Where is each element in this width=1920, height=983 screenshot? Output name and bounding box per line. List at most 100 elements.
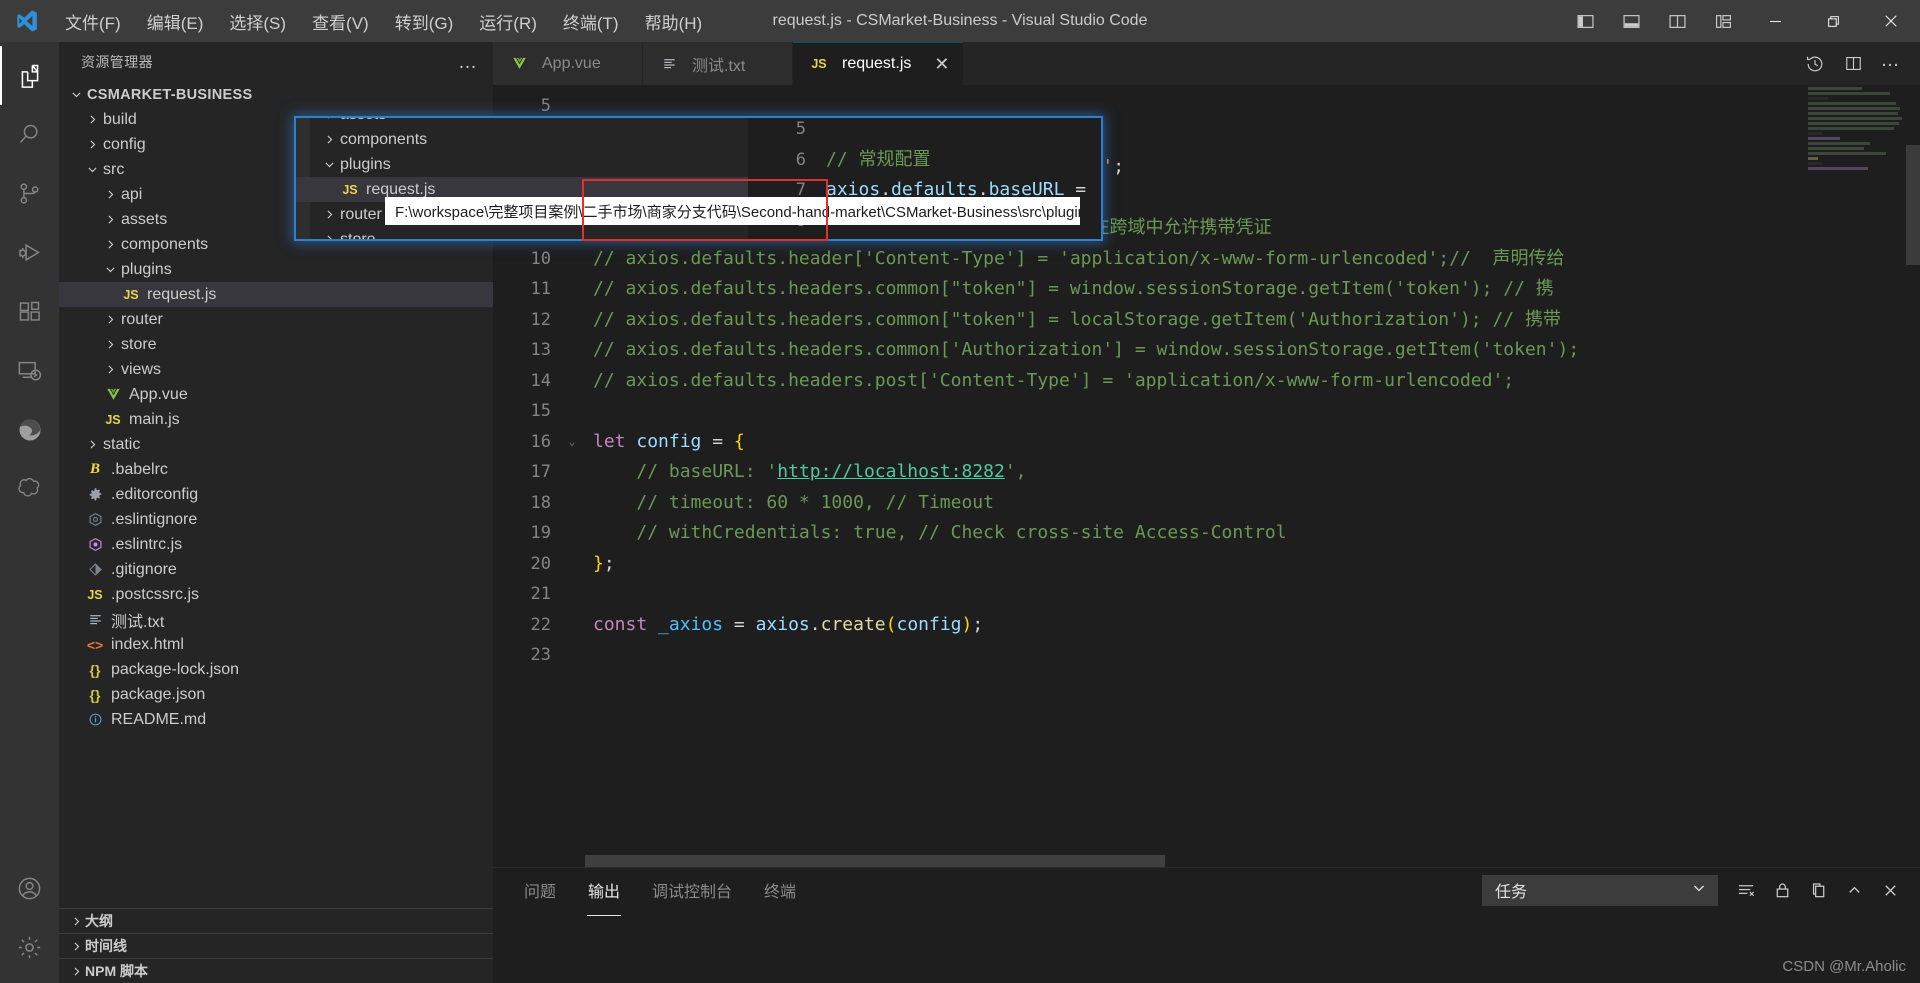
- tree-root-row[interactable]: CSMARKET-BUSINESS: [59, 82, 493, 107]
- explorer-icon[interactable]: [0, 46, 59, 105]
- tree-folder-row[interactable]: store: [59, 332, 493, 357]
- menu-file[interactable]: 文件(F): [52, 5, 134, 38]
- sidebar-section-header[interactable]: 时间线: [59, 933, 493, 958]
- output-channel-select[interactable]: 任务: [1482, 874, 1718, 906]
- run-and-debug-icon[interactable]: [0, 223, 59, 282]
- fold-indicator[interactable]: ⌄: [561, 427, 583, 458]
- edge-tools-icon[interactable]: [0, 400, 59, 459]
- menu-terminal[interactable]: 终端(T): [550, 5, 632, 38]
- remote-explorer-icon[interactable]: [0, 341, 59, 400]
- history-icon[interactable]: [1798, 42, 1832, 85]
- more-actions-icon[interactable]: …: [1874, 42, 1908, 85]
- clear-output-icon[interactable]: [1730, 874, 1762, 906]
- menu-help[interactable]: 帮助(H): [632, 5, 716, 38]
- tree-file-row[interactable]: JS .postcssrc.js: [59, 582, 493, 607]
- tree-file-row[interactable]: {} package.json: [59, 682, 493, 707]
- panel-left-icon[interactable]: [1562, 0, 1608, 42]
- chevron-right-icon[interactable]: [101, 238, 119, 251]
- settings-gear-icon[interactable]: [0, 918, 59, 977]
- chevron-down-icon[interactable]: [83, 163, 101, 176]
- chevron-right-icon[interactable]: [83, 113, 101, 126]
- overlay-folder-row[interactable]: store: [296, 227, 748, 239]
- chevron-down-icon[interactable]: [101, 263, 119, 276]
- editor-tab-bar[interactable]: App.vue 测试.txt JS request.js ✕ …: [493, 42, 1920, 85]
- code-line: 20};: [493, 549, 1920, 580]
- tree-folder-row[interactable]: router: [59, 307, 493, 332]
- tree-file-row[interactable]: App.vue: [59, 382, 493, 407]
- panel-tab[interactable]: 输出: [585, 870, 623, 916]
- panel-tabs[interactable]: 问题 输出 调试控制台 终端: [521, 870, 825, 916]
- tree-file-row[interactable]: B .babelrc: [59, 457, 493, 482]
- tree-file-row[interactable]: {} package-lock.json: [59, 657, 493, 682]
- tree-file-row[interactable]: <> index.html: [59, 632, 493, 657]
- panel-tab[interactable]: 调试控制台: [649, 870, 735, 910]
- chevron-down-icon[interactable]: [320, 158, 338, 171]
- search-icon[interactable]: [0, 105, 59, 164]
- lock-icon[interactable]: [1766, 874, 1798, 906]
- editor-horizontal-scrollbar[interactable]: [585, 855, 1165, 867]
- accounts-icon[interactable]: [0, 859, 59, 918]
- chevron-right-icon[interactable]: [320, 133, 338, 146]
- tree-file-row[interactable]: .eslintignore: [59, 507, 493, 532]
- editor-tab[interactable]: App.vue: [493, 42, 643, 85]
- tree-folder-row[interactable]: plugins: [59, 257, 493, 282]
- chevron-right-icon[interactable]: [67, 915, 85, 928]
- editor-tab[interactable]: 测试.txt: [643, 42, 793, 85]
- window-restore-button[interactable]: [1804, 0, 1862, 42]
- extensions-icon[interactable]: [0, 282, 59, 341]
- code-line: 10 // axios.defaults.header['Content-Type…: [493, 244, 1920, 275]
- menu-selection[interactable]: 选择(S): [216, 5, 299, 38]
- chevron-right-icon[interactable]: [320, 233, 338, 239]
- tree-file-row[interactable]: JS request.js: [59, 282, 493, 307]
- tree-file-row[interactable]: JS main.js: [59, 407, 493, 432]
- chatgpt-icon[interactable]: [0, 459, 59, 518]
- new-window-icon[interactable]: [1802, 874, 1834, 906]
- sidebar-section-header[interactable]: 大纲: [59, 908, 493, 933]
- overlay-folder-row[interactable]: plugins: [296, 152, 748, 177]
- panel-right-icon[interactable]: [1654, 0, 1700, 42]
- chevron-right-icon[interactable]: [320, 118, 338, 121]
- panel-tab[interactable]: 终端: [761, 870, 799, 910]
- menu-edit[interactable]: 编辑(E): [134, 5, 217, 38]
- menu-view[interactable]: 查看(V): [299, 5, 382, 38]
- sidebar-more-actions-icon[interactable]: …: [458, 53, 479, 72]
- chevron-down-icon[interactable]: [67, 88, 85, 101]
- chevron-right-icon[interactable]: [83, 438, 101, 451]
- tree-file-row[interactable]: .editorconfig: [59, 482, 493, 507]
- tree-file-row[interactable]: .eslintrc.js: [59, 532, 493, 557]
- sidebar-section-header[interactable]: NPM 脚本: [59, 958, 493, 983]
- overlay-folder-row[interactable]: assets: [296, 118, 748, 127]
- window-minimize-button[interactable]: [1746, 0, 1804, 42]
- source-control-icon[interactable]: [0, 164, 59, 223]
- maximize-panel-icon[interactable]: [1838, 874, 1870, 906]
- code-token: axios: [755, 613, 810, 635]
- chevron-right-icon[interactable]: [320, 208, 338, 221]
- menu-go[interactable]: 转到(G): [382, 5, 467, 38]
- chevron-right-icon[interactable]: [83, 138, 101, 151]
- window-close-button[interactable]: [1862, 0, 1920, 42]
- tab-close-icon[interactable]: ✕: [934, 55, 949, 73]
- close-panel-icon[interactable]: [1874, 874, 1906, 906]
- tree-folder-row[interactable]: static: [59, 432, 493, 457]
- chevron-right-icon[interactable]: [101, 338, 119, 351]
- tree-folder-row[interactable]: views: [59, 357, 493, 382]
- minimap[interactable]: [1802, 85, 1906, 867]
- panel-tab[interactable]: 问题: [521, 870, 559, 910]
- chevron-right-icon[interactable]: [101, 313, 119, 326]
- overlay-folder-row[interactable]: components: [296, 127, 748, 152]
- customize-layout-icon[interactable]: [1700, 0, 1746, 42]
- tree-file-row[interactable]: 测试.txt: [59, 607, 493, 632]
- chevron-right-icon[interactable]: [67, 940, 85, 953]
- split-editor-icon[interactable]: [1836, 42, 1870, 85]
- editor-tab[interactable]: JS request.js ✕: [793, 42, 965, 85]
- editor-vertical-scrollbar[interactable]: [1906, 145, 1920, 265]
- chevron-right-icon[interactable]: [101, 363, 119, 376]
- chevron-right-icon[interactable]: [101, 188, 119, 201]
- tree-file-row[interactable]: .gitignore: [59, 557, 493, 582]
- panel-bottom-icon[interactable]: [1608, 0, 1654, 42]
- chevron-right-icon[interactable]: [101, 213, 119, 226]
- chevron-right-icon[interactable]: [67, 965, 85, 978]
- tree-file-row[interactable]: README.md: [59, 707, 493, 732]
- menu-run[interactable]: 运行(R): [466, 5, 550, 38]
